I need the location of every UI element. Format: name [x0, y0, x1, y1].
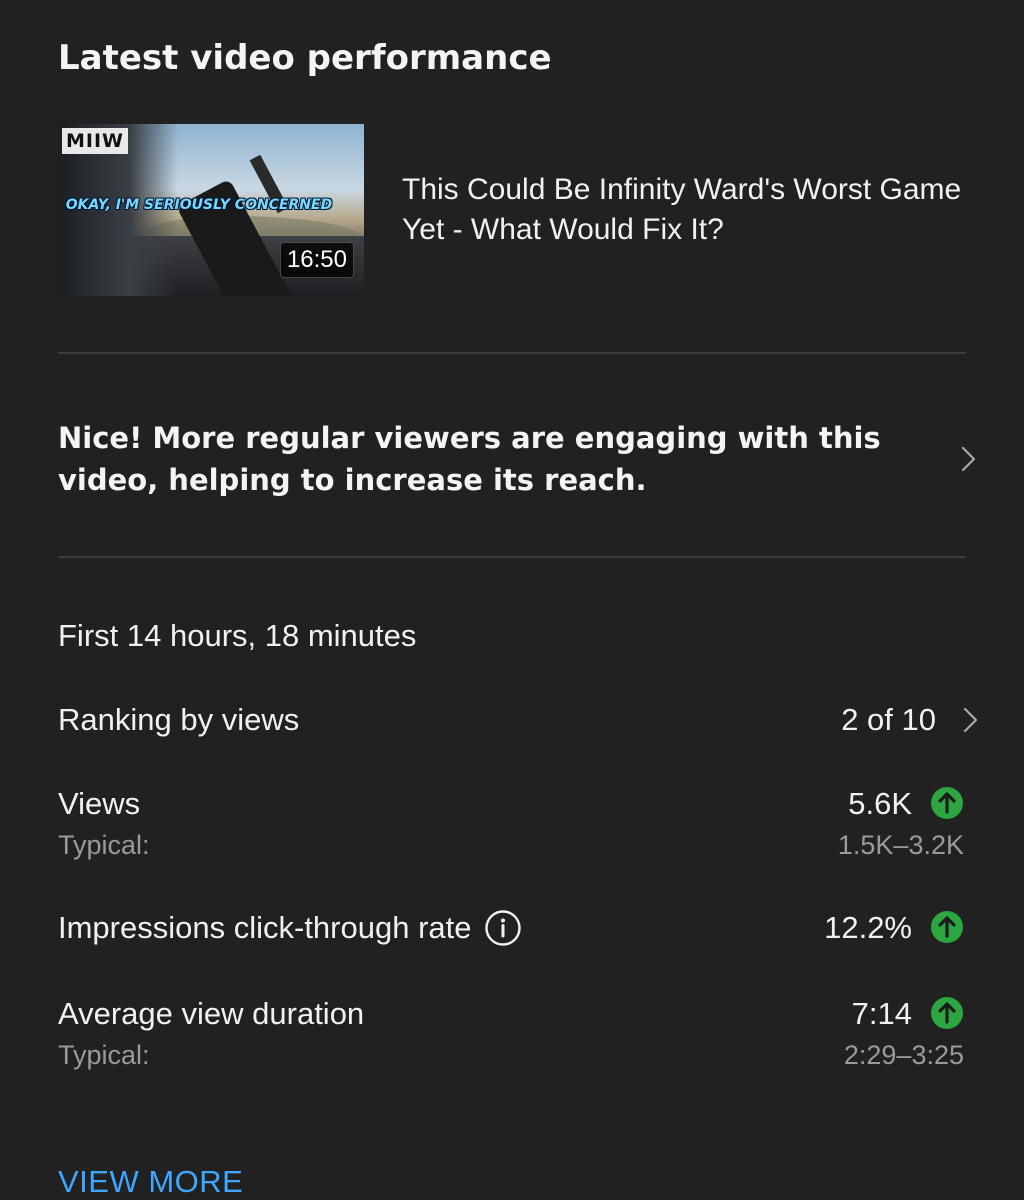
views-value: 5.6K [848, 786, 912, 821]
latest-video-performance-card: Latest video performance MIIW OKAY, I'M … [0, 0, 1024, 1200]
info-icon[interactable] [484, 909, 522, 947]
thumbnail-overlay-text: OKAY, I'M SERIOUSLY CONCERNED [65, 197, 333, 213]
views-label: Views [58, 786, 141, 821]
video-duration-badge: 16:50 [279, 242, 354, 278]
ranking-label: Ranking by views [58, 702, 300, 737]
avd-label: Average view duration [58, 996, 365, 1031]
period-label: First 14 hours, 18 minutes [58, 618, 417, 653]
chevron-right-icon [963, 707, 978, 733]
avd-value: 7:14 [851, 996, 912, 1031]
game-logo: MIIW [62, 128, 129, 154]
ranking-value: 2 of 10 [841, 702, 936, 737]
divider [58, 556, 966, 558]
insight-row[interactable]: Nice! More regular viewers are engaging … [58, 414, 988, 504]
insight-text: Nice! More regular viewers are engaging … [58, 421, 881, 497]
ctr-label: Impressions click-through rate [58, 910, 472, 945]
view-more-link[interactable]: VIEW MORE [58, 1164, 243, 1200]
arrow-up-circle-icon [931, 997, 963, 1029]
divider [58, 352, 966, 354]
chevron-right-icon [961, 446, 976, 472]
avd-typical-label: Typical: [58, 1040, 150, 1070]
avd-typical-range: 2:29–3:25 [843, 1040, 964, 1070]
video-thumbnail[interactable]: MIIW OKAY, I'M SERIOUSLY CONCERNED 16:50 [58, 124, 364, 296]
ctr-value: 12.2% [824, 910, 912, 945]
arrow-up-circle-icon [931, 911, 963, 943]
ctr-label-row: Impressions click-through rate [58, 908, 522, 948]
views-typical-range: 1.5K–3.2K [837, 830, 964, 860]
video-row[interactable]: MIIW OKAY, I'M SERIOUSLY CONCERNED 16:50… [58, 124, 968, 296]
views-typical-label: Typical: [58, 830, 150, 860]
card-title: Latest video performance [58, 38, 552, 78]
arrow-up-circle-icon [931, 787, 963, 819]
video-title[interactable]: This Could Be Infinity Ward's Worst Game… [402, 170, 968, 250]
